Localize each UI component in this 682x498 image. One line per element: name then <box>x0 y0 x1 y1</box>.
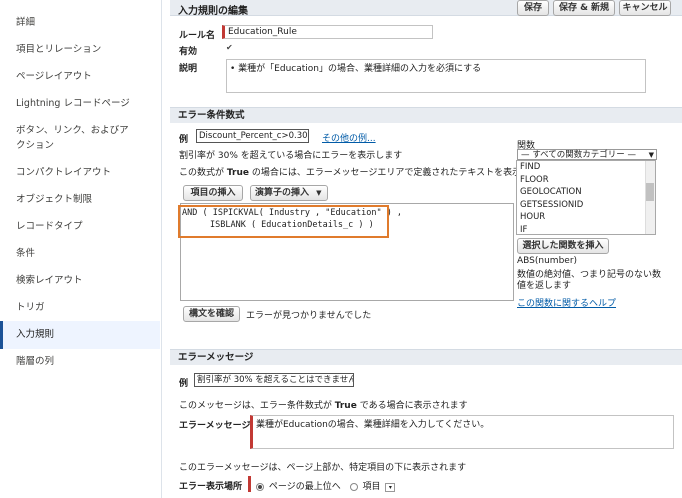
chevron-down-icon: ▼ <box>648 151 654 159</box>
sidebar-item-fields[interactable]: 項目とリレーション <box>0 43 160 56</box>
error-location-label: エラー表示場所 <box>179 482 243 492</box>
sidebar-item-buttons-links-cont[interactable]: クション <box>0 139 160 152</box>
formula-condition-text: この数式が True の場合には、エラーメッセージエリアで定義されたテキストを表… <box>179 165 548 178</box>
error-message-field-label: エラーメッセージ <box>179 421 251 431</box>
check-syntax-button[interactable]: 構文を確認 <box>183 306 240 322</box>
note-true: True <box>334 401 357 411</box>
function-description-2: 値を返します <box>517 281 572 291</box>
insert-field-button[interactable]: 項目の挿入 <box>183 185 243 201</box>
insert-operator-label: 演算子の挿入 <box>255 188 310 198</box>
chevron-down-icon: ▼ <box>316 189 322 197</box>
location-field-label: 項目 <box>362 482 381 492</box>
formula-example-value: Discount_Percent_c>0.30 <box>196 129 309 143</box>
sidebar-item-details[interactable]: 詳細 <box>0 16 160 29</box>
error-message-section-title: エラーメッセージ <box>170 349 682 365</box>
note-text-2: である場合に表示されます <box>359 401 468 411</box>
formula-example-label: 例 <box>179 135 189 145</box>
more-examples-link[interactable]: その他の例... <box>322 131 376 144</box>
chevron-down-icon[interactable]: ▾ <box>385 483 396 492</box>
function-item[interactable]: FLOOR <box>517 174 655 187</box>
sidebar-item-conditions[interactable]: 条件 <box>0 247 160 260</box>
error-location-options: ページの最上位へ 項目 ▾ <box>256 479 396 492</box>
sidebar-item-buttons-links[interactable]: ボタン、リンク、およびア <box>0 124 160 137</box>
condition-true: True <box>226 168 249 178</box>
page-title: 入力規則の編集 <box>178 6 248 17</box>
function-list[interactable]: FIND FLOOR GEOLOCATION GETSESSIONID HOUR… <box>516 160 656 235</box>
condition-text-2: の場合には、エラーメッセージエリアで定義されたテキストを表示します <box>251 168 549 178</box>
function-item[interactable]: GEOLOCATION <box>517 186 655 199</box>
location-top-label: ページの最上位へ <box>268 482 341 492</box>
function-item[interactable]: IF <box>517 224 655 235</box>
syntax-result: エラーが見つかりませんでした <box>246 311 372 321</box>
function-category-select[interactable]: — すべての関数カテゴリー — ▼ <box>517 149 657 160</box>
sidebar-item-page-layouts[interactable]: ページレイアウト <box>0 70 160 83</box>
error-example-value: 割引率が 30% を超えることはできません <box>194 373 354 387</box>
radio-top-of-page[interactable] <box>256 482 264 491</box>
sidebar-item-validation-rules[interactable]: 入力規則 <box>0 321 160 349</box>
cancel-button[interactable]: キャンセル <box>619 0 671 16</box>
active-checkbox[interactable]: ✔ <box>226 43 235 52</box>
scroll-thumb[interactable] <box>646 183 654 201</box>
sidebar-item-object-limits[interactable]: オブジェクト制限 <box>0 193 160 206</box>
condition-text-1: この数式が <box>179 168 225 178</box>
function-help-link[interactable]: この関数に関するヘルプ <box>517 296 616 309</box>
save-button[interactable]: 保存 <box>517 0 549 16</box>
function-item[interactable]: FIND <box>517 161 655 174</box>
rule-name-input[interactable]: Education_Rule <box>222 25 433 39</box>
function-item[interactable]: GETSESSIONID <box>517 199 655 212</box>
function-item[interactable]: HOUR <box>517 211 655 224</box>
function-list-scrollbar[interactable] <box>645 161 655 234</box>
setup-sidebar: 詳細 項目とリレーション ページレイアウト Lightning レコードページ … <box>0 0 162 498</box>
sidebar-item-record-types[interactable]: レコードタイプ <box>0 220 160 233</box>
radio-field[interactable] <box>349 482 358 491</box>
note-text-1: このメッセージは、エラー条件数式が <box>179 401 332 411</box>
sidebar-item-compact-layouts[interactable]: コンパクトレイアウト <box>0 166 160 179</box>
description-textarea[interactable]: • 業種が「Education」の場合、業種詳細の入力を必須にする <box>226 59 646 93</box>
sidebar-item-search-layouts[interactable]: 検索レイアウト <box>0 274 160 287</box>
sidebar-item-triggers[interactable]: トリガ <box>0 301 160 314</box>
formula-highlight <box>178 205 389 238</box>
sidebar-item-lightning-pages[interactable]: Lightning レコードページ <box>0 97 160 110</box>
error-location-note: このエラーメッセージは、ページ上部か、特定項目の下に表示されます <box>179 463 467 473</box>
sidebar-item-hierarchy-columns[interactable]: 階層の列 <box>0 355 160 368</box>
description-label: 説明 <box>179 64 198 74</box>
formula-section-title: エラー条件数式 <box>170 107 682 123</box>
active-label: 有効 <box>179 47 198 57</box>
error-message-textarea[interactable]: 業種がEducationの場合、業種詳細を入力してください。 <box>250 415 674 449</box>
formula-example-desc: 割引率が 30% を超えている場合にエラーを表示します <box>179 151 403 161</box>
rule-name-label: ルール名 <box>179 31 216 41</box>
insert-function-button[interactable]: 選択した関数を挿入 <box>517 238 609 254</box>
save-new-button[interactable]: 保存 & 新規 <box>553 0 615 16</box>
error-message-note: このメッセージは、エラー条件数式が True である場合に表示されます <box>179 398 468 411</box>
error-example-label: 例 <box>179 379 189 389</box>
insert-operator-button[interactable]: 演算子の挿入 ▼ <box>250 185 328 201</box>
function-signature: ABS(number) <box>517 256 578 266</box>
function-category-value: — すべての関数カテゴリー — <box>521 150 636 160</box>
